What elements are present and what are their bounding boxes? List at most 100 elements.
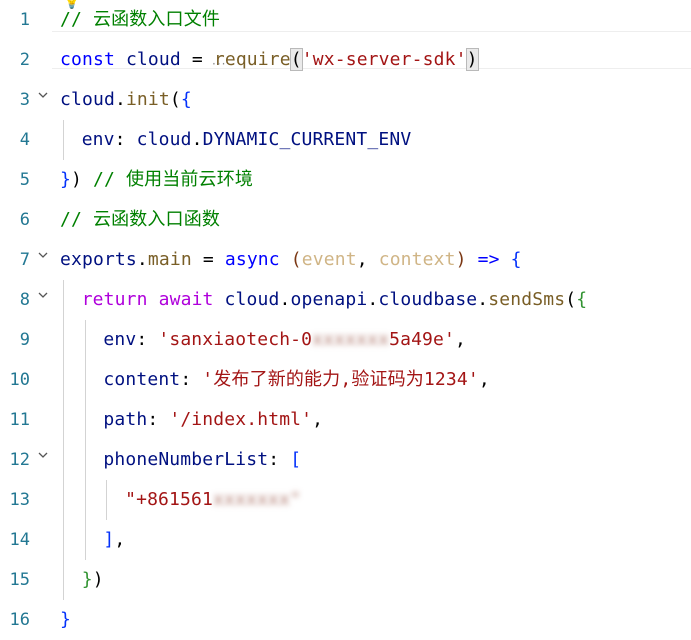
code-line[interactable]: 12 phoneNumberList: [	[0, 440, 691, 480]
indent-guide	[63, 280, 64, 320]
code-token: content	[103, 369, 181, 390]
code-token: init	[125, 89, 170, 110]
code-line[interactable]: 11 path: '/index.html',	[0, 400, 691, 440]
indent-guide	[63, 560, 64, 600]
code-token: }	[60, 609, 71, 630]
code-editor[interactable]: 1 // 云函数入口文件 2 const cloud = require('wx-se…	[0, 0, 691, 640]
code-token: await	[158, 289, 214, 310]
redacted-text: xxxxxxx"	[213, 489, 301, 510]
line-number: 15	[9, 570, 30, 590]
lightbulb-icon[interactable]: 💡	[63, 0, 80, 10]
code-text: return await cloud.openapi.cloudbase.sen…	[82, 280, 588, 320]
code-line[interactable]: 9 env: 'sanxiaotech-0xxxxxxx5a49e',	[0, 320, 691, 360]
code-token: ,	[455, 329, 467, 350]
indent-guide	[63, 400, 64, 440]
code-token: {	[180, 89, 192, 110]
code-line[interactable]: 4 env: cloud.DYNAMIC_CURRENT_ENV	[0, 120, 691, 160]
code-token: .	[191, 129, 203, 150]
code-text: const cloud = require('wx-server-sdk')	[60, 40, 479, 80]
code-token: {	[510, 249, 522, 270]
code-token: cloud	[60, 89, 115, 110]
code-text: }	[60, 600, 71, 640]
code-line[interactable]: 14],	[0, 520, 691, 560]
line-number: 3	[19, 90, 30, 110]
code-token: (	[290, 249, 302, 270]
indent-guide	[63, 520, 64, 560]
code-text: // 云函数入口文件	[60, 0, 220, 40]
indent-guide	[84, 400, 86, 440]
code-token: cloud	[224, 289, 280, 310]
code-token: // 云函数入口文件	[60, 9, 221, 30]
code-line[interactable]: 7 exports.main = async (event, context) =…	[0, 240, 691, 280]
line-number: 10	[9, 370, 30, 390]
code-token: env	[81, 129, 115, 150]
redacted-text: xxxxxxx	[312, 329, 390, 350]
indent-guide	[84, 440, 86, 480]
code-token: }	[60, 169, 71, 190]
code-token: (	[565, 289, 577, 310]
line-number: 11	[9, 410, 30, 430]
code-token: ,	[312, 409, 324, 430]
code-token: {	[576, 289, 588, 310]
code-token: cloud	[136, 129, 192, 150]
line-number: 16	[9, 610, 30, 630]
code-line[interactable]: 16}	[0, 600, 691, 640]
chevron-down-icon[interactable]	[36, 280, 50, 320]
code-token: env	[103, 329, 137, 350]
code-line[interactable]: 10 content: '发布了新的能力,验证码为1234',	[0, 360, 691, 400]
code-line[interactable]: 15})	[0, 560, 691, 600]
code-token: :	[136, 329, 159, 350]
code-line[interactable]: 5}) // 使用当前云环境	[0, 160, 691, 200]
code-token: :	[147, 409, 170, 430]
code-token: .	[367, 289, 379, 310]
code-token: =	[180, 49, 214, 70]
code-token: )	[455, 249, 467, 270]
line-number: 7	[19, 250, 30, 270]
code-token: )	[92, 569, 104, 590]
code-line[interactable]: 1 // 云函数入口文件	[0, 0, 691, 40]
code-token: ,	[478, 369, 490, 390]
chevron-down-icon[interactable]	[36, 80, 50, 120]
code-text: path: '/index.html',	[103, 400, 323, 440]
code-token: :	[268, 449, 291, 470]
code-token: async	[224, 249, 280, 270]
chevron-down-icon[interactable]	[36, 440, 50, 480]
line-number: 14	[9, 530, 30, 550]
line-number: 8	[19, 290, 30, 310]
indent-guide	[63, 360, 64, 400]
code-text: content: '发布了新的能力,验证码为1234',	[103, 360, 489, 400]
line-number: 6	[19, 210, 30, 230]
code-token: )	[71, 169, 93, 190]
code-token: ,	[356, 249, 379, 270]
code-text: env: cloud.DYNAMIC_CURRENT_ENV	[82, 120, 412, 160]
code-token: 'wx-server-sdk'	[301, 49, 467, 70]
code-line[interactable]: 2 const cloud = require('wx-server-sdk')	[0, 40, 691, 80]
code-text: })	[82, 560, 104, 600]
line-number: 12	[9, 450, 30, 470]
code-line[interactable]: 8 return await cloud.openapi.cloudbase.se…	[0, 280, 691, 320]
code-token: [	[290, 449, 302, 470]
hint-ellipsis[interactable]: ···	[212, 57, 226, 71]
indent-guide	[84, 480, 86, 520]
chevron-down-icon[interactable]	[36, 240, 50, 280]
line-number: 13	[9, 490, 30, 510]
code-token: "+861561	[125, 489, 213, 510]
code-token: .	[136, 249, 148, 270]
code-token: cloud	[125, 49, 181, 70]
code-text: "+861561xxxxxxx"	[125, 480, 301, 520]
code-line[interactable]: 6 // 云函数入口函数	[0, 200, 691, 240]
code-token: :	[114, 129, 137, 150]
indent-guide	[63, 440, 64, 480]
indent-guide	[63, 480, 64, 520]
code-token: event	[301, 249, 357, 270]
indent-guide	[106, 480, 108, 520]
code-line[interactable]: 13 "+861561xxxxxxx"	[0, 480, 691, 520]
code-token: .	[279, 289, 291, 310]
code-token: '发布了新的能力,验证码为1234'	[202, 369, 479, 390]
code-line[interactable]: 3 cloud.init({	[0, 80, 691, 120]
code-text: ],	[103, 520, 125, 560]
code-token: const	[60, 49, 115, 70]
indent-guide	[63, 320, 64, 360]
